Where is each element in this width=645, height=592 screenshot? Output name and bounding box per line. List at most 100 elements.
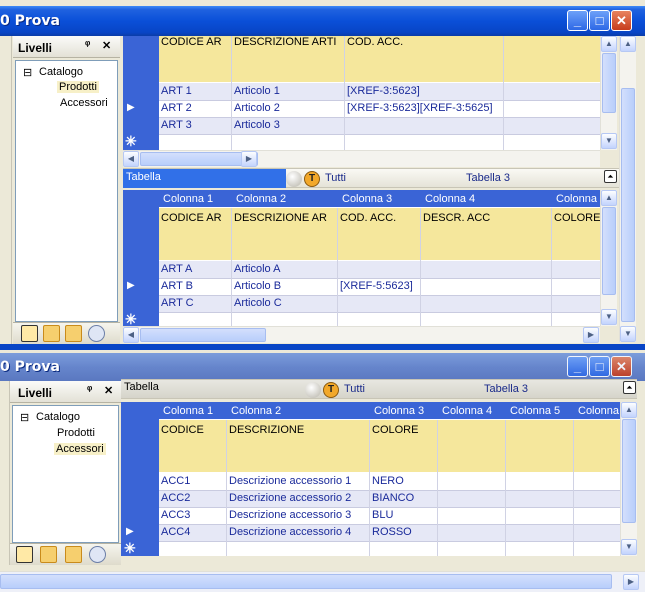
pin-icon[interactable]: ᵠ xyxy=(85,39,90,51)
print-icon[interactable] xyxy=(43,325,60,342)
window-1-titlebar[interactable]: 0 Prova _ □ ✕ xyxy=(0,6,645,36)
cell-code[interactable]: ART 1 xyxy=(161,85,192,97)
pin-icon[interactable]: ᵠ xyxy=(87,384,92,396)
tree-expander-icon[interactable]: ⊟ xyxy=(20,411,29,424)
column-header[interactable]: Colonna 3 xyxy=(342,193,392,205)
cell-code[interactable]: ART C xyxy=(161,297,194,309)
scroll-down-button[interactable]: ▼ xyxy=(620,326,636,342)
column-header[interactable]: Colonna 5 xyxy=(510,405,560,417)
cell-color[interactable]: BLU xyxy=(372,509,393,521)
scroll-thumb[interactable] xyxy=(621,88,635,322)
column-header[interactable]: Colonna 3 xyxy=(374,405,424,417)
cell-desc[interactable]: Articolo C xyxy=(234,297,282,309)
table-row[interactable] xyxy=(159,295,603,312)
column-header[interactable]: Colonna 1 xyxy=(163,193,213,205)
cell-acc[interactable]: [XREF-3:5623][XREF-3:5625] xyxy=(347,102,493,114)
column-header[interactable]: Colonna 4 xyxy=(425,193,475,205)
cell-code[interactable]: ACC1 xyxy=(161,475,190,487)
cell-desc[interactable]: Articolo 2 xyxy=(234,102,280,114)
nav-circle-icon[interactable] xyxy=(305,382,321,398)
top-grid-vscroll[interactable]: ▲ ▼ xyxy=(600,36,617,150)
tree-item-prodotti[interactable]: Prodotti xyxy=(57,427,95,439)
scroll-thumb[interactable] xyxy=(602,53,616,113)
column-header[interactable]: Colonna xyxy=(578,405,619,417)
cell-color[interactable]: NERO xyxy=(372,475,404,487)
cell-code[interactable]: ART A xyxy=(161,263,192,275)
cell-color[interactable]: BIANCO xyxy=(372,492,414,504)
tab-tabella[interactable]: Tabella xyxy=(124,381,159,393)
filter-badge-icon[interactable]: T xyxy=(323,382,339,398)
cell-desc[interactable]: Articolo A xyxy=(234,263,280,275)
column-header[interactable]: Colonna 4 xyxy=(442,405,492,417)
cell-code[interactable]: ACC3 xyxy=(161,509,190,521)
collapse-icon[interactable]: ⏶ xyxy=(623,381,636,394)
filter-all-label[interactable]: Tutti xyxy=(344,383,365,395)
cell-acc[interactable]: [XREF-5:5623] xyxy=(340,280,413,292)
cell-desc[interactable]: Articolo 1 xyxy=(234,85,280,97)
table-name-label[interactable]: Tabella 3 xyxy=(484,383,528,395)
cell-desc[interactable]: Descrizione accessorio 3 xyxy=(229,509,351,521)
bottom-grid-vscroll[interactable]: ▲ ▼ xyxy=(600,190,617,326)
table-row[interactable] xyxy=(159,117,603,134)
accessories-grid-vscroll[interactable]: ▲ ▼ xyxy=(620,402,637,556)
print-preview-icon[interactable] xyxy=(65,546,82,563)
filter-badge-icon[interactable]: T xyxy=(304,171,320,187)
scroll-thumb[interactable] xyxy=(602,207,616,295)
search-icon[interactable] xyxy=(89,546,106,563)
scroll-left-button[interactable]: ◀ xyxy=(123,151,139,167)
scroll-thumb[interactable] xyxy=(140,328,266,342)
outer-vscroll[interactable]: ▲ ▼ xyxy=(619,36,636,342)
maximize-button[interactable]: □ xyxy=(589,10,610,31)
cell-desc[interactable]: Articolo 3 xyxy=(234,119,280,131)
cell-color[interactable]: ROSSO xyxy=(372,526,412,538)
maximize-button[interactable]: □ xyxy=(589,356,610,377)
tree-item-prodotti[interactable]: Prodotti xyxy=(57,81,99,93)
column-header[interactable]: Colonna xyxy=(556,193,597,205)
column-header[interactable]: Colonna 1 xyxy=(163,405,213,417)
tree-view-icon[interactable] xyxy=(21,325,38,342)
cell-code[interactable]: ART B xyxy=(161,280,193,292)
tree-item-accessori[interactable]: Accessori xyxy=(60,97,108,109)
tree-item-catalogo[interactable]: Catalogo xyxy=(36,411,80,423)
search-icon[interactable] xyxy=(88,325,105,342)
scroll-right-button[interactable]: ▶ xyxy=(583,327,599,343)
collapse-icon[interactable]: ⏶ xyxy=(604,170,617,183)
tree-expander-icon[interactable]: ⊟ xyxy=(23,66,32,79)
print-icon[interactable] xyxy=(40,546,57,563)
bottom-grid-hscroll[interactable]: ◀ ▶ xyxy=(123,326,600,343)
tree-item-catalogo[interactable]: Catalogo xyxy=(39,66,83,78)
close-icon[interactable]: ✕ xyxy=(102,39,111,52)
scroll-up-button[interactable]: ▲ xyxy=(601,36,617,52)
column-header[interactable]: Colonna 2 xyxy=(236,193,286,205)
outer-hscroll[interactable]: ▶ xyxy=(0,571,645,592)
scroll-down-button[interactable]: ▼ xyxy=(601,133,617,149)
scroll-up-button[interactable]: ▲ xyxy=(601,190,617,206)
cell-desc[interactable]: Descrizione accessorio 4 xyxy=(229,526,351,538)
cell-code[interactable]: ART 2 xyxy=(161,102,192,114)
cell-code[interactable]: ACC2 xyxy=(161,492,190,504)
tab-tabella[interactable]: Tabella xyxy=(123,169,286,188)
close-button[interactable]: ✕ xyxy=(611,356,632,377)
table-row[interactable] xyxy=(159,261,603,278)
scroll-right-button[interactable]: ▶ xyxy=(241,151,257,167)
window-2-titlebar[interactable]: 0 Prova _ □ ✕ xyxy=(0,353,645,381)
scroll-thumb[interactable] xyxy=(622,419,636,523)
scroll-down-button[interactable]: ▼ xyxy=(621,539,637,555)
close-button[interactable]: ✕ xyxy=(611,10,632,31)
filter-all-label[interactable]: Tutti xyxy=(325,172,346,184)
scroll-left-button[interactable]: ◀ xyxy=(123,327,139,343)
print-preview-icon[interactable] xyxy=(65,325,82,342)
scroll-up-button[interactable]: ▲ xyxy=(621,402,637,418)
tree-item-accessori[interactable]: Accessori xyxy=(54,443,106,455)
scroll-up-button[interactable]: ▲ xyxy=(620,36,636,52)
minimize-button[interactable]: _ xyxy=(567,10,588,31)
column-header[interactable]: Colonna 2 xyxy=(231,405,281,417)
top-grid-hscroll[interactable]: ◀ ▶ xyxy=(123,150,600,167)
cell-code[interactable]: ART 3 xyxy=(161,119,192,131)
scroll-down-button[interactable]: ▼ xyxy=(601,309,617,325)
cell-desc[interactable]: Descrizione accessorio 2 xyxy=(229,492,351,504)
minimize-button[interactable]: _ xyxy=(567,356,588,377)
cell-code[interactable]: ACC4 xyxy=(161,526,190,538)
scroll-thumb[interactable] xyxy=(0,574,612,589)
nav-circle-icon[interactable] xyxy=(286,171,302,187)
